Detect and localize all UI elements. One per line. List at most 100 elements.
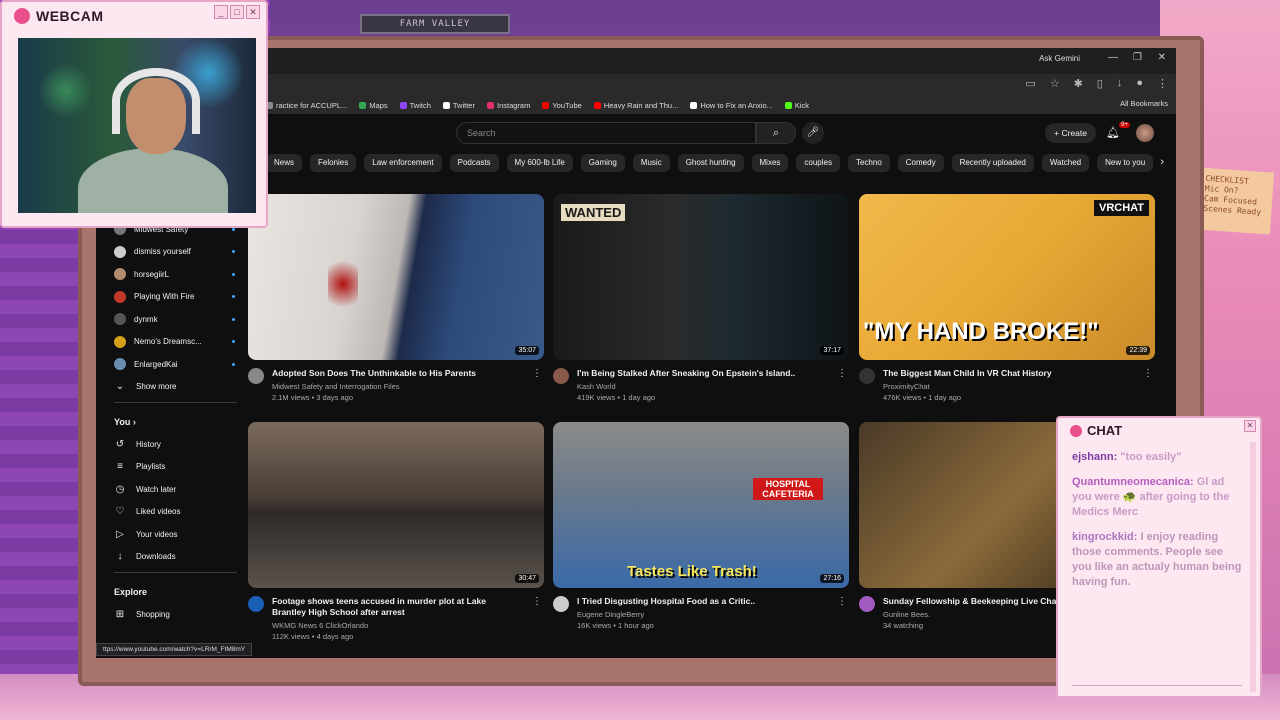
bell-icon[interactable]: 🔔︎ — [1106, 126, 1120, 139]
bookmark-item[interactable]: YouTube — [542, 101, 582, 110]
chip-music[interactable]: Music — [632, 154, 670, 172]
show-more-button[interactable]: ⌄ Show more — [108, 376, 243, 399]
you-heading[interactable]: You › — [108, 407, 243, 433]
video-card[interactable]: WANTED 37:17 I'm Being Stalked After Sneak… — [553, 194, 849, 402]
sidebar-item-shopping[interactable]: ⊞ Shopping — [108, 603, 243, 626]
sidebar-item-playlists[interactable]: ≡ Playlists — [108, 456, 243, 479]
video-card[interactable]: 35:07 Adopted Son Does The Unthinkable to… — [248, 194, 544, 402]
cast-icon[interactable]: ▭ — [1025, 77, 1035, 90]
minimize-icon[interactable]: _ — [214, 5, 228, 19]
chip-podcasts[interactable]: Podcasts — [449, 154, 499, 172]
channel-name[interactable]: WKMG News 6 ClickOrlando — [272, 621, 522, 630]
channel-avatar[interactable] — [859, 368, 875, 384]
chip-watched[interactable]: Watched — [1041, 154, 1090, 172]
close-icon[interactable]: ✕ — [1244, 420, 1256, 432]
sidebar-subscription[interactable]: dynmk — [108, 308, 243, 331]
maximize-icon[interactable]: ❐ — [1133, 52, 1142, 63]
channel-avatar[interactable] — [859, 596, 875, 612]
sidebar-subscription[interactable]: Nemo's Dreamsc... — [108, 331, 243, 354]
bookmark-item[interactable]: Heavy Rain and Thu... — [593, 101, 678, 110]
maximize-icon[interactable]: □ — [230, 5, 244, 19]
channel-avatar[interactable] — [248, 596, 264, 612]
sidebar-item-liked-videos[interactable]: ♡ Liked videos — [108, 501, 243, 524]
video-title[interactable]: The Biggest Man Child In VR Chat History — [883, 368, 1133, 379]
sidebar-subscription[interactable]: dismiss yourself — [108, 241, 243, 264]
channel-name[interactable]: Eugene DingleBerry — [577, 610, 827, 619]
chip-couples[interactable]: couples — [796, 154, 840, 172]
microphone-icon[interactable]: 🎤︎ — [802, 122, 824, 144]
sidebar-item-history[interactable]: ↺ History — [108, 433, 243, 456]
webcam-overlay: WEBCAM _ □ ✕ — [0, 0, 268, 228]
chip-recently-uploaded[interactable]: Recently uploaded — [951, 154, 1034, 172]
extensions-icon[interactable]: ✱ — [1074, 77, 1083, 90]
chip-new-to-you[interactable]: New to you — [1097, 154, 1154, 172]
chip-gaming[interactable]: Gaming — [580, 154, 625, 172]
chip-comedy[interactable]: Comedy — [897, 154, 944, 172]
video-duration: 27:16 — [820, 574, 844, 583]
video-thumbnail[interactable]: WANTED 37:17 — [553, 194, 849, 360]
channel-avatar[interactable] — [248, 368, 264, 384]
sidebar-item-watch-later[interactable]: ◷ Watch later — [108, 478, 243, 501]
channel-name[interactable]: ProximityChat — [883, 382, 1133, 391]
chip-felonies[interactable]: Felonies — [310, 154, 357, 172]
sidebar-item-downloads[interactable]: ↓ Downloads — [108, 546, 243, 569]
close-icon[interactable]: ✕ — [246, 5, 260, 19]
search-icon[interactable]: ⌕ — [756, 122, 796, 144]
more-options-icon[interactable]: ⋮ — [1143, 368, 1153, 379]
star-icon[interactable]: ☆ — [1050, 77, 1060, 90]
video-title[interactable]: Footage shows teens accused in murder pl… — [272, 596, 522, 618]
video-card[interactable]: 30:47 Footage shows teens accused in murd… — [248, 422, 544, 641]
video-card[interactable]: Tastes Like Trash! HOSPITAL CAFETERIA 27:1… — [553, 422, 849, 630]
bookmark-item[interactable]: ractice for ACCUPL... — [266, 101, 347, 110]
chip-my-600-lb-life[interactable]: My 600-lb Life — [506, 154, 573, 172]
channel-name[interactable]: Midwest Safety and Interrogation Files — [272, 382, 522, 391]
bookmark-item[interactable]: Kick — [784, 101, 809, 110]
close-icon[interactable]: ✕ — [1158, 52, 1166, 63]
bookmark-item[interactable]: Twitch — [399, 101, 431, 110]
channel-avatar[interactable] — [553, 368, 569, 384]
video-title[interactable]: Adopted Son Does The Unthinkable to His … — [272, 368, 522, 379]
video-thumbnail[interactable]: Tastes Like Trash! HOSPITAL CAFETERIA 27:1… — [553, 422, 849, 588]
ask-gemini-button[interactable]: Ask Gemini — [1039, 54, 1080, 63]
more-options-icon[interactable]: ⋮ — [532, 368, 542, 379]
video-title[interactable]: I Tried Disgusting Hospital Food as a Cr… — [577, 596, 827, 607]
chip-ghost-hunting[interactable]: Ghost hunting — [677, 154, 744, 172]
bookmark-icon — [784, 101, 792, 109]
download-icon[interactable]: ↓ — [1117, 77, 1123, 90]
search-input[interactable]: Search — [456, 122, 756, 144]
all-bookmarks-button[interactable]: All Bookmarks — [1120, 99, 1168, 108]
create-button[interactable]: + Create — [1045, 123, 1096, 143]
channel-avatar[interactable] — [553, 596, 569, 612]
sidebar-item-your-videos[interactable]: ▷ Your videos — [108, 523, 243, 546]
video-thumbnail[interactable]: 35:07 — [248, 194, 544, 360]
chat-scrollbar[interactable] — [1250, 442, 1256, 692]
bookmark-item[interactable]: How to Fix an Anxio... — [690, 101, 773, 110]
chip-law-enforcement[interactable]: Law enforcement — [364, 154, 442, 172]
thumbs-up-icon: ♡ — [115, 506, 125, 518]
bookmark-item[interactable]: Instagram — [486, 101, 530, 110]
subscription-name: EnlargedKai — [134, 359, 178, 369]
more-options-icon[interactable]: ⋮ — [532, 596, 542, 607]
sidebar-subscription[interactable]: Playing With Fire — [108, 286, 243, 309]
subscription-name: Playing With Fire — [134, 292, 195, 302]
sidebar-subscription[interactable]: EnlargedKai — [108, 353, 243, 376]
menu-icon[interactable]: ⋮ — [1157, 77, 1168, 90]
more-options-icon[interactable]: ⋮ — [837, 368, 847, 379]
sidepanel-icon[interactable]: ▯ — [1097, 77, 1103, 90]
bookmark-item[interactable]: Twitter — [442, 101, 475, 110]
bookmark-item[interactable]: Maps — [359, 101, 388, 110]
chevron-right-icon[interactable]: › — [1160, 156, 1164, 168]
chip-news[interactable]: News — [266, 154, 303, 172]
profile-icon[interactable]: ● — [1136, 77, 1143, 90]
sidebar-subscription[interactable]: horsegiirL — [108, 263, 243, 286]
chip-techno[interactable]: Techno — [847, 154, 890, 172]
video-card[interactable]: "MY HAND BROKE!" VRCHAT 22:39 The Biggest M… — [859, 194, 1155, 402]
video-thumbnail[interactable]: 30:47 — [248, 422, 544, 588]
video-title[interactable]: I'm Being Stalked After Sneaking On Epst… — [577, 368, 827, 379]
more-options-icon[interactable]: ⋮ — [837, 596, 847, 607]
channel-name[interactable]: Kash World — [577, 382, 827, 391]
minimize-icon[interactable]: — — [1108, 52, 1118, 63]
user-avatar[interactable] — [1136, 124, 1154, 142]
video-thumbnail[interactable]: "MY HAND BROKE!" VRCHAT 22:39 — [859, 194, 1155, 360]
chip-mixes[interactable]: Mixes — [751, 154, 789, 172]
